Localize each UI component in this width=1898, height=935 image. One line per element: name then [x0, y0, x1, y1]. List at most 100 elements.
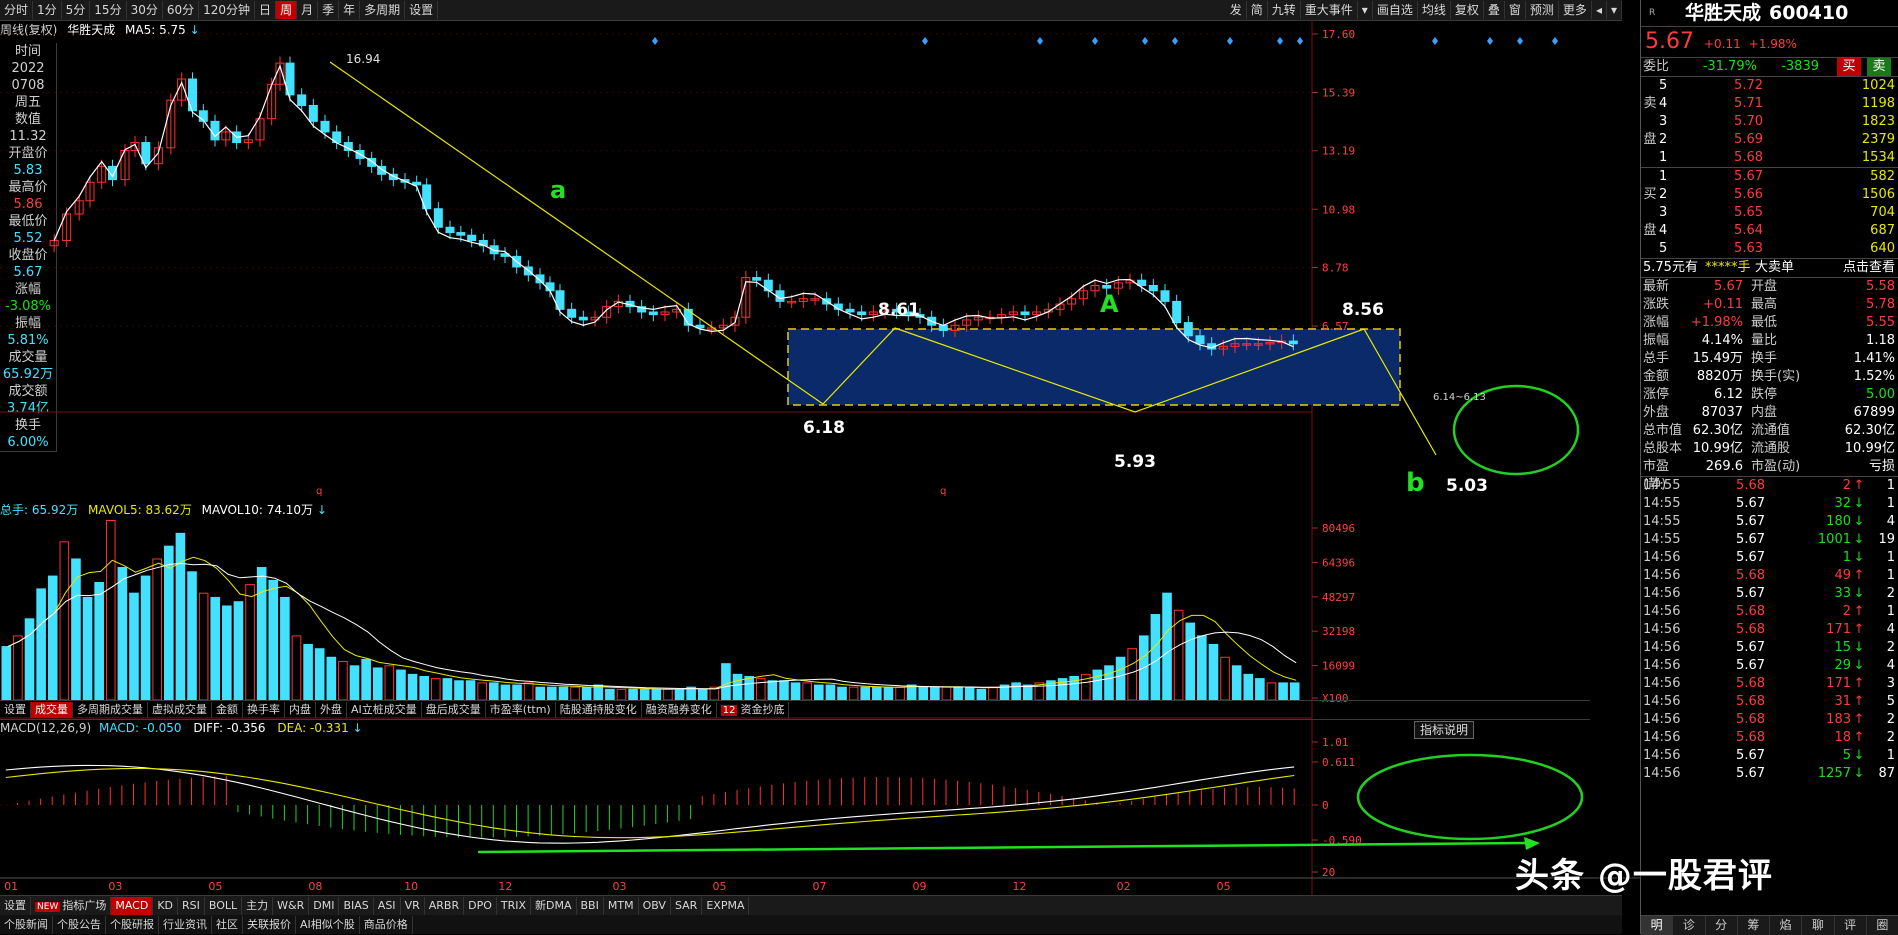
candle-body[interactable]	[545, 282, 555, 292]
vol-tab-11[interactable]: 陆股通持股变化	[556, 702, 642, 718]
volume-bar[interactable]	[1220, 656, 1230, 701]
candle-body[interactable]	[467, 234, 477, 241]
volume-bar[interactable]	[1197, 635, 1207, 701]
panel-tab-0[interactable]: 明	[1641, 916, 1674, 935]
candle-body[interactable]	[1148, 284, 1158, 292]
volume-bar[interactable]	[59, 541, 70, 701]
volume-bar[interactable]	[941, 686, 952, 701]
volume-bar[interactable]	[628, 688, 638, 701]
volume-bar[interactable]	[988, 686, 998, 701]
volume-bar[interactable]	[13, 635, 23, 701]
volume-bar[interactable]	[779, 680, 789, 701]
volume-bar[interactable]	[744, 675, 754, 701]
candle-body[interactable]	[1172, 300, 1182, 324]
volume-bar[interactable]	[1278, 682, 1288, 701]
volume-bar[interactable]	[558, 686, 569, 701]
volume-bar[interactable]	[1266, 682, 1277, 701]
volume-bar[interactable]	[883, 686, 894, 701]
volume-bar[interactable]	[697, 688, 708, 701]
info-link-5[interactable]: 关联报价	[243, 915, 296, 934]
volume-bar[interactable]	[82, 596, 93, 701]
indicator-tab-0[interactable]: 设置	[0, 897, 31, 915]
volume-bar[interactable]	[1, 646, 12, 701]
event-diamond[interactable]	[1092, 37, 1098, 45]
vol-tab-4[interactable]: 金额	[212, 702, 243, 718]
vol-tab-2[interactable]: 多周期成交量	[73, 702, 148, 718]
indicator-tab-19[interactable]: SAR	[671, 897, 703, 915]
panel-tab-5[interactable]: 聊	[1802, 916, 1835, 935]
volume-bar[interactable]	[326, 656, 337, 701]
indicator-tab-9[interactable]: BIAS	[339, 897, 374, 915]
indicator-tab-10[interactable]: ASI	[374, 897, 401, 915]
order-row[interactable]: 卖 4 5.71 1198	[1641, 95, 1898, 113]
order-row[interactable]: 3 5.65 704	[1641, 204, 1898, 222]
event-diamond[interactable]	[1297, 37, 1303, 45]
vol-tab-13[interactable]: 12 资金抄底	[717, 701, 790, 719]
order-row[interactable]: 1 5.67 582	[1641, 168, 1898, 186]
candle-body[interactable]	[752, 277, 762, 281]
info-link-6[interactable]: AI相似个股	[296, 915, 360, 934]
volume-bar[interactable]	[790, 682, 801, 701]
volume-bar[interactable]	[47, 575, 58, 701]
volume-bar[interactable]	[465, 680, 476, 701]
vol-tab-8[interactable]: AI立桩成交量	[347, 702, 422, 718]
indicator-tab-11[interactable]: VR	[401, 897, 425, 915]
volume-bar[interactable]	[36, 588, 46, 701]
order-row[interactable]: 1 5.68 1534	[1641, 149, 1898, 167]
volume-bar[interactable]	[651, 688, 662, 701]
volume-bar[interactable]	[349, 665, 360, 701]
volume-bar[interactable]	[581, 686, 592, 701]
candle-body[interactable]	[297, 94, 307, 106]
volume-bar[interactable]	[547, 686, 557, 701]
vol-tab-1[interactable]: 成交量	[31, 702, 73, 718]
vol-tab-10[interactable]: 市盈率(ttm)	[486, 702, 556, 718]
order-view-link[interactable]: 点击查看	[1825, 259, 1895, 277]
candle-body[interactable]	[763, 279, 773, 292]
indicator-tab-12[interactable]: ARBR	[425, 897, 465, 915]
volume-bar[interactable]	[477, 682, 487, 701]
volume-bar[interactable]	[814, 684, 824, 701]
indicator-tab-2[interactable]: MACD	[111, 897, 154, 915]
event-diamond[interactable]	[1487, 37, 1493, 45]
candle-body[interactable]	[433, 208, 443, 228]
sell-button[interactable]: 卖	[1867, 58, 1891, 76]
order-row[interactable]: 盘 2 5.69 2379	[1641, 131, 1898, 149]
volume-bar[interactable]	[94, 581, 104, 701]
volume-bar[interactable]	[535, 686, 546, 701]
volume-bar[interactable]	[732, 673, 743, 701]
candle-body[interactable]	[1183, 322, 1193, 337]
volume-bar[interactable]	[222, 605, 232, 701]
volume-bar[interactable]	[187, 571, 197, 701]
volume-bar[interactable]	[895, 686, 905, 701]
order-row[interactable]: 5 5.63 640	[1641, 240, 1898, 258]
volume-bar[interactable]	[953, 686, 963, 701]
candle-body[interactable]	[1288, 340, 1298, 345]
volume-bar[interactable]	[164, 545, 174, 701]
volume-bar[interactable]	[489, 682, 499, 701]
candle-body[interactable]	[1160, 290, 1170, 302]
volume-bar[interactable]	[198, 592, 209, 701]
panel-tab-6[interactable]: 评	[1835, 916, 1867, 935]
volume-bar[interactable]	[663, 688, 673, 701]
candle-body[interactable]	[445, 226, 455, 234]
event-diamond[interactable]	[1432, 37, 1438, 45]
indicator-tab-18[interactable]: OBV	[639, 897, 671, 915]
indicator-tab-3[interactable]: KD	[153, 897, 178, 915]
volume-bar[interactable]	[454, 680, 464, 701]
indicator-tab-1[interactable]: NEW 指标广场	[31, 896, 112, 916]
indicator-tab-14[interactable]: TRIX	[497, 897, 532, 915]
panel-tab-2[interactable]: 分	[1706, 916, 1738, 935]
vol-tab-5[interactable]: 换手率	[243, 702, 285, 718]
volume-bar[interactable]	[755, 678, 766, 701]
event-diamond[interactable]	[1142, 37, 1148, 45]
order-row[interactable]: 5 5.72 1024	[1641, 77, 1898, 95]
volume-bar[interactable]	[245, 584, 255, 701]
volume-bar[interactable]	[1092, 669, 1103, 701]
buy-button[interactable]: 买	[1837, 58, 1861, 76]
volume-bar[interactable]	[837, 686, 847, 701]
vol-tab-9[interactable]: 盘后成交量	[422, 702, 486, 718]
info-link-2[interactable]: 个股研报	[106, 915, 159, 934]
vol-tab-12[interactable]: 融资融券变化	[642, 702, 717, 718]
volume-bar[interactable]	[1162, 592, 1172, 701]
candle-body[interactable]	[489, 245, 499, 255]
